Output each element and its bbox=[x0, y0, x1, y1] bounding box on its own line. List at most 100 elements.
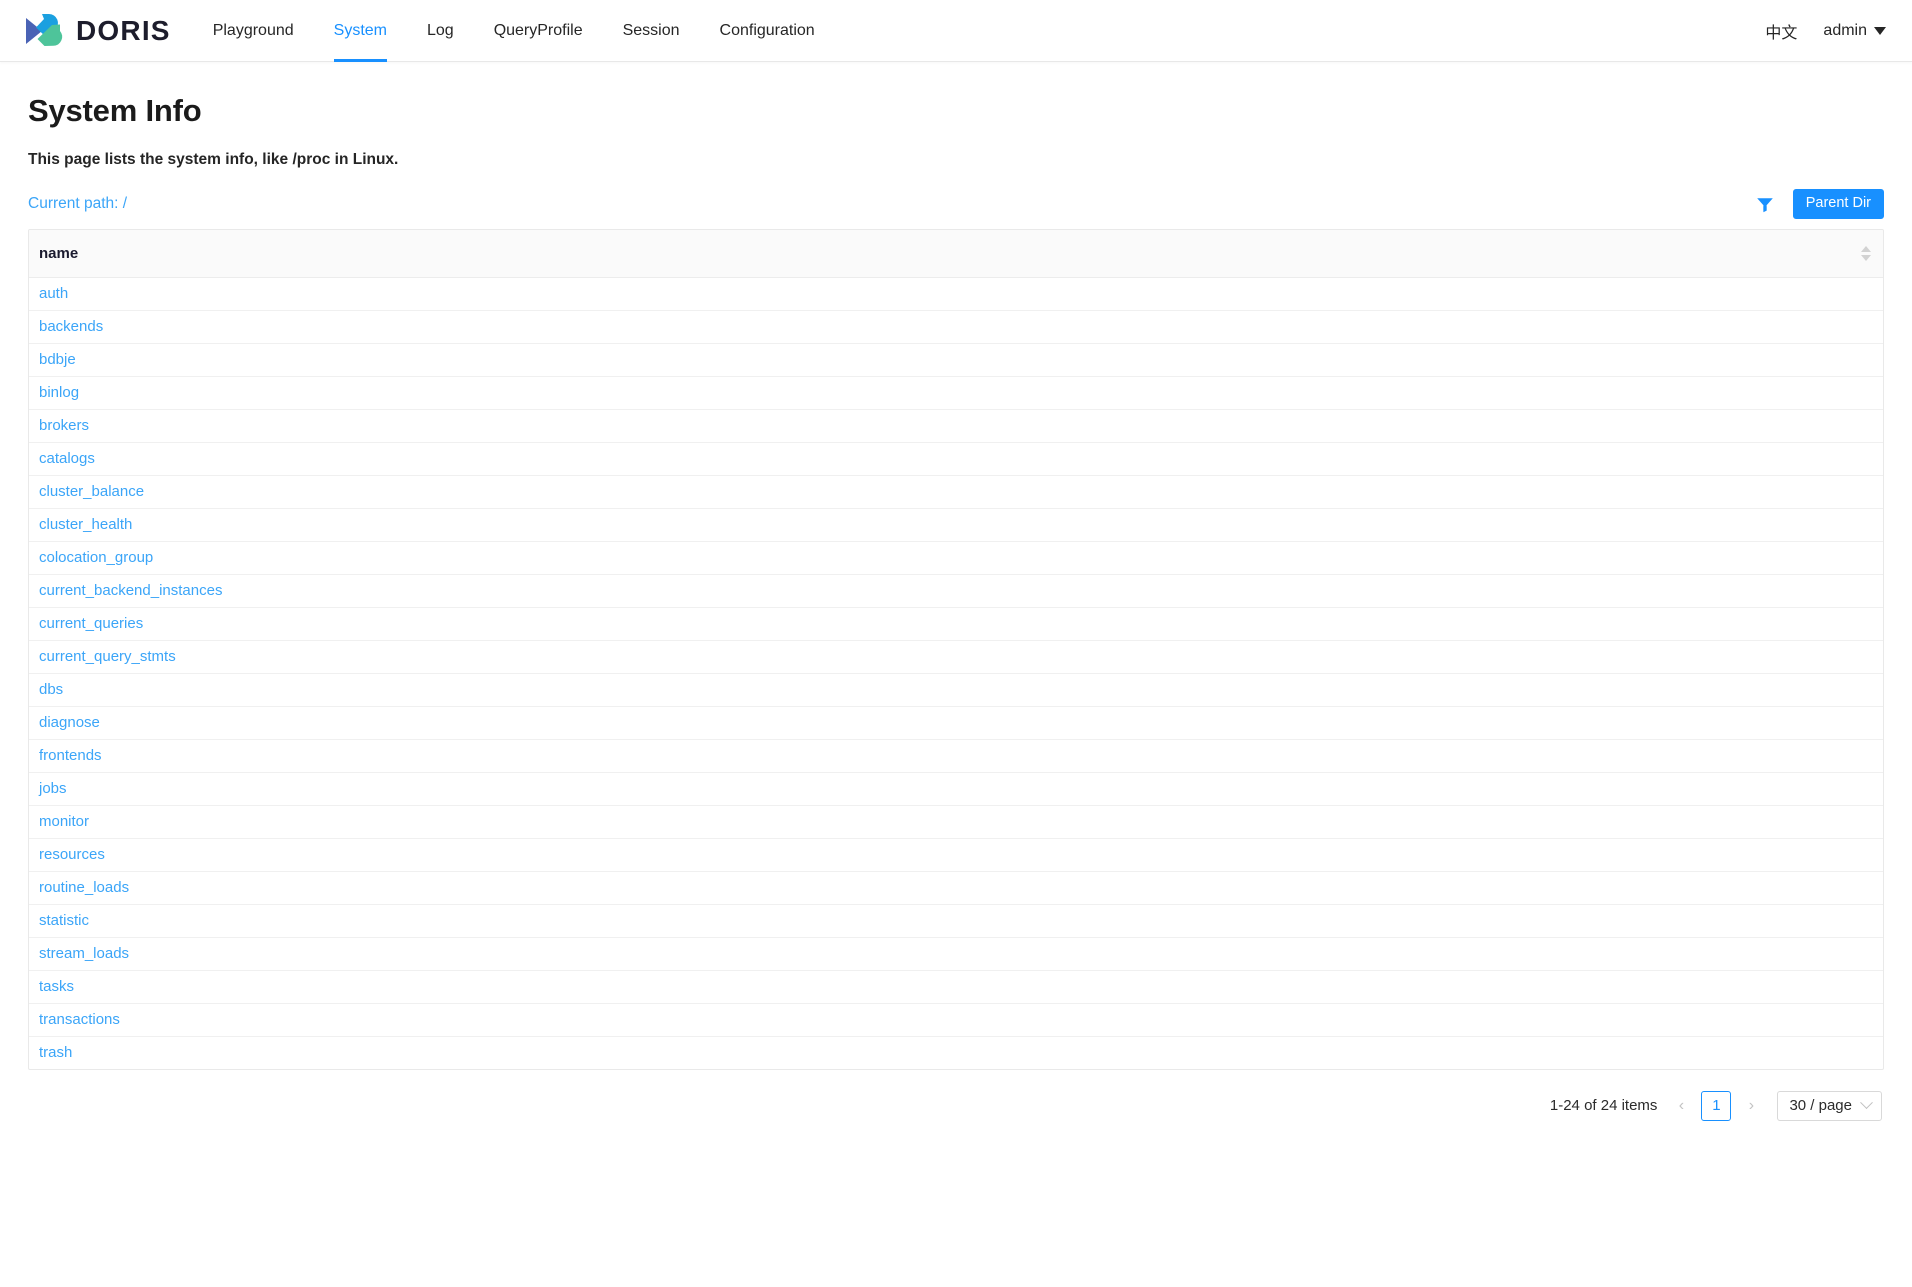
table-body: auth backends bdbje binlog brokers catalogs cl… bbox=[29, 277, 1883, 1069]
proc-dir-link[interactable]: diagnose bbox=[39, 707, 100, 739]
table-row: current_backend_instances bbox=[29, 574, 1883, 608]
nav-items: Playground System Log QueryProfile Sessi… bbox=[193, 0, 835, 62]
table-row: resources bbox=[29, 838, 1883, 872]
top-navbar: DORIS Playground System Log QueryProfile… bbox=[0, 0, 1912, 62]
page-description: This page lists the system info, like /p… bbox=[28, 151, 399, 169]
proc-dir-link[interactable]: current_backend_instances bbox=[39, 575, 222, 607]
table-cell-name: backends bbox=[29, 310, 1883, 344]
table-cell-name: current_queries bbox=[29, 607, 1883, 641]
navbar-right-actions: 中文 admin bbox=[1765, 19, 1886, 43]
nav-item-configuration[interactable]: Configuration bbox=[700, 0, 835, 62]
table-cell-name: binlog bbox=[29, 376, 1883, 410]
table-row: tasks bbox=[29, 970, 1883, 1004]
pagination-prev-button[interactable]: ‹ bbox=[1670, 1092, 1692, 1120]
table-row: statistic bbox=[29, 904, 1883, 938]
table-cell-name: routine_loads bbox=[29, 871, 1883, 905]
table-cell-name: resources bbox=[29, 838, 1883, 872]
proc-dir-link[interactable]: statistic bbox=[39, 905, 89, 937]
pagination-total-label: 1-24 of 24 items bbox=[1549, 1097, 1658, 1115]
proc-dir-link[interactable]: resources bbox=[39, 839, 105, 871]
proc-dir-link[interactable]: tasks bbox=[39, 971, 74, 1003]
proc-dir-link[interactable]: binlog bbox=[39, 377, 79, 409]
proc-dir-link[interactable]: trash bbox=[39, 1037, 72, 1069]
proc-dir-link[interactable]: current_queries bbox=[39, 608, 143, 640]
table-cell-name: trash bbox=[29, 1036, 1883, 1069]
pagination-page-1[interactable]: 1 bbox=[1701, 1090, 1732, 1121]
table-row: brokers bbox=[29, 409, 1883, 443]
pagination-next-button[interactable]: › bbox=[1740, 1092, 1762, 1120]
table-cell-name: transactions bbox=[29, 1003, 1883, 1037]
proc-dir-link[interactable]: stream_loads bbox=[39, 938, 129, 970]
table-cell-name: stream_loads bbox=[29, 937, 1883, 971]
system-info-table: name auth backends bdbje binlog brokers catal… bbox=[28, 229, 1884, 1070]
table-cell-name: cluster_balance bbox=[29, 475, 1883, 509]
nav-item-log[interactable]: Log bbox=[407, 0, 474, 62]
proc-dir-link[interactable]: backends bbox=[39, 311, 103, 343]
path-toolbar: Current path: / Parent Dir bbox=[28, 189, 1884, 220]
proc-dir-link[interactable]: brokers bbox=[39, 410, 89, 442]
nav-item-session[interactable]: Session bbox=[603, 0, 700, 62]
proc-dir-link[interactable]: routine_loads bbox=[39, 872, 129, 904]
table-head: name bbox=[29, 230, 1883, 278]
table-row: frontends bbox=[29, 739, 1883, 773]
table-row: backends bbox=[29, 310, 1883, 344]
table-cell-name: current_backend_instances bbox=[29, 574, 1883, 608]
table-row: stream_loads bbox=[29, 937, 1883, 971]
pagination-page-size-select[interactable]: 30 / page bbox=[1777, 1090, 1882, 1121]
proc-dir-link[interactable]: transactions bbox=[39, 1004, 120, 1036]
table-cell-name: monitor bbox=[29, 805, 1883, 839]
chevron-down-icon bbox=[1874, 26, 1886, 35]
proc-dir-link[interactable]: frontends bbox=[39, 740, 102, 772]
table-row: catalogs bbox=[29, 442, 1883, 476]
table-header-row: name bbox=[29, 230, 1883, 278]
chevron-down-icon bbox=[1860, 1096, 1873, 1110]
table-cell-name: colocation_group bbox=[29, 541, 1883, 575]
proc-dir-link[interactable]: auth bbox=[39, 278, 68, 310]
table-row: cluster_health bbox=[29, 508, 1883, 542]
proc-dir-link[interactable]: cluster_balance bbox=[39, 476, 144, 508]
table-cell-name: diagnose bbox=[29, 706, 1883, 740]
proc-dir-link[interactable]: current_query_stmts bbox=[39, 641, 176, 673]
proc-dir-link[interactable]: cluster_health bbox=[39, 509, 132, 541]
current-path-link[interactable]: Current path: / bbox=[28, 195, 127, 213]
table-row: transactions bbox=[29, 1003, 1883, 1037]
table-cell-name: bdbje bbox=[29, 343, 1883, 377]
doris-logo-icon bbox=[26, 13, 63, 46]
filter-icon[interactable] bbox=[1755, 194, 1775, 214]
nav-item-playground[interactable]: Playground bbox=[193, 0, 314, 62]
table-cell-name: dbs bbox=[29, 673, 1883, 707]
table-cell-name: jobs bbox=[29, 772, 1883, 806]
proc-dir-link[interactable]: dbs bbox=[39, 674, 63, 706]
column-header-name-label: name bbox=[39, 244, 79, 262]
proc-dir-link[interactable]: monitor bbox=[39, 806, 89, 838]
table-cell-name: auth bbox=[29, 277, 1883, 311]
brand-logo-link[interactable]: DORIS bbox=[22, 11, 171, 51]
table-row: colocation_group bbox=[29, 541, 1883, 575]
table-row: current_query_stmts bbox=[29, 640, 1883, 674]
column-header-name[interactable]: name bbox=[29, 230, 1883, 278]
language-switch[interactable]: 中文 bbox=[1765, 19, 1797, 43]
proc-dir-link[interactable]: catalogs bbox=[39, 443, 95, 475]
nav-item-system[interactable]: System bbox=[314, 0, 407, 62]
sort-icon[interactable] bbox=[1861, 245, 1871, 261]
table-cell-name: tasks bbox=[29, 970, 1883, 1004]
table-row: jobs bbox=[29, 772, 1883, 806]
table-row: monitor bbox=[29, 805, 1883, 839]
user-menu[interactable]: admin bbox=[1823, 22, 1886, 40]
table-row: cluster_balance bbox=[29, 475, 1883, 509]
user-name-label: admin bbox=[1823, 21, 1867, 39]
table-cell-name: frontends bbox=[29, 739, 1883, 773]
table-row: current_queries bbox=[29, 607, 1883, 641]
table-row: diagnose bbox=[29, 706, 1883, 740]
proc-dir-link[interactable]: jobs bbox=[39, 773, 67, 805]
table-cell-name: cluster_health bbox=[29, 508, 1883, 542]
table-row: binlog bbox=[29, 376, 1883, 410]
table-row: trash bbox=[29, 1036, 1883, 1069]
table-cell-name: catalogs bbox=[29, 442, 1883, 476]
parent-dir-button[interactable]: Parent Dir bbox=[1792, 189, 1884, 220]
nav-item-queryprofile[interactable]: QueryProfile bbox=[474, 0, 603, 62]
proc-dir-link[interactable]: colocation_group bbox=[39, 542, 153, 574]
table-row: routine_loads bbox=[29, 871, 1883, 905]
proc-dir-link[interactable]: bdbje bbox=[39, 344, 76, 376]
table-cell-name: statistic bbox=[29, 904, 1883, 938]
